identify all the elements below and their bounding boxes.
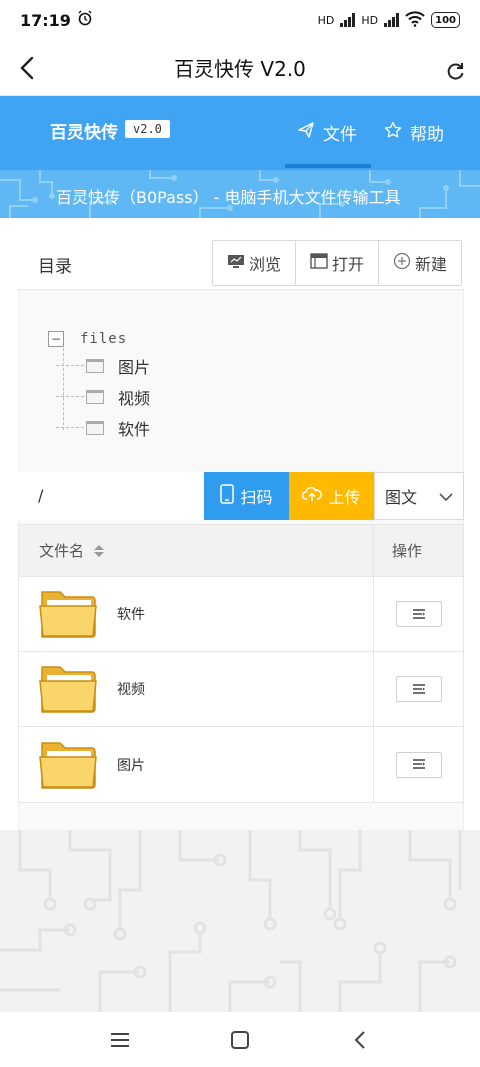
tree-node[interactable]: 软件	[56, 412, 348, 443]
tab-help-label: 帮助	[410, 125, 444, 145]
menu-icon[interactable]	[100, 1020, 140, 1060]
file-name[interactable]: 图片	[117, 755, 145, 775]
wifi-icon	[405, 10, 425, 30]
system-navigation-bar	[0, 1012, 480, 1067]
file-name[interactable]: 软件	[117, 604, 145, 624]
version-badge: v2.0	[125, 120, 170, 138]
tab-file-label: 文件	[323, 125, 357, 145]
folder-tree: − files 图片 视频 软件	[48, 328, 348, 443]
phone-icon	[220, 484, 235, 508]
column-ops-header: 操作	[373, 525, 463, 576]
monitor-icon	[227, 253, 245, 273]
view-mode-select[interactable]: 图文	[374, 472, 464, 520]
tree-node-label: 软件	[118, 419, 151, 439]
cloud-upload-icon	[302, 486, 323, 506]
folder-icon	[86, 420, 104, 435]
directory-header: 目录 浏览 打开 新建	[18, 218, 464, 290]
tab-file[interactable]: 文件	[297, 120, 357, 145]
folder-icon	[86, 389, 104, 404]
scan-label: 扫码	[240, 488, 273, 507]
brand-name: 百灵快传	[50, 123, 118, 143]
new-button[interactable]: 新建	[379, 241, 461, 285]
menu-icon	[411, 605, 427, 624]
home-icon[interactable]	[220, 1020, 260, 1060]
folder-icon[interactable]	[39, 659, 97, 719]
battery-icon: 100	[431, 12, 460, 28]
star-icon	[384, 121, 402, 144]
current-path: /	[38, 486, 44, 505]
menu-icon	[411, 680, 427, 699]
folder-icon[interactable]	[39, 584, 97, 644]
column-name-label: 文件名	[39, 542, 85, 560]
column-ops-label: 操作	[392, 542, 423, 560]
status-bar: 17:19 HD HD 100	[0, 0, 480, 40]
scan-button[interactable]: 扫码	[204, 472, 289, 520]
directory-button-group: 浏览 打开 新建	[211, 240, 462, 286]
network-label-1: HD	[317, 13, 335, 27]
active-tab-indicator	[285, 164, 371, 168]
file-table: 文件名 操作 软件 视频 图片	[18, 524, 464, 803]
table-row[interactable]: 视频	[19, 652, 463, 727]
upload-button[interactable]: 上传	[289, 472, 374, 520]
refresh-icon[interactable]	[444, 60, 466, 82]
paper-plane-icon	[297, 121, 315, 144]
tree-node-label: 图片	[118, 357, 151, 377]
row-menu-button[interactable]	[395, 676, 442, 702]
signal-icon-2	[384, 13, 400, 27]
column-name-header[interactable]: 文件名	[19, 525, 373, 576]
table-header: 文件名 操作	[19, 525, 463, 577]
footer-circuit-pattern	[0, 830, 480, 1012]
window-icon	[310, 253, 328, 273]
status-time: 17:19	[20, 10, 71, 30]
browse-button[interactable]: 浏览	[213, 241, 296, 285]
action-button-group: 扫码 上传 图文	[204, 472, 464, 520]
tree-connector	[63, 348, 64, 430]
tree-node[interactable]: 视频	[56, 381, 348, 412]
view-mode-label: 图文	[384, 488, 417, 507]
open-button[interactable]: 打开	[296, 241, 379, 285]
browse-label: 浏览	[248, 255, 281, 274]
plus-circle-icon	[393, 252, 411, 274]
new-label: 新建	[414, 255, 447, 274]
directory-label: 目录	[38, 257, 72, 277]
app-title-bar: 百灵快传 V2.0	[0, 40, 480, 96]
back-icon[interactable]	[340, 1020, 380, 1060]
collapse-toggle[interactable]: −	[48, 331, 64, 347]
open-label: 打开	[331, 255, 364, 274]
signal-icon	[340, 13, 356, 27]
network-label-2: HD	[361, 13, 379, 27]
file-name[interactable]: 视频	[117, 679, 145, 699]
back-arrow-icon[interactable]	[16, 54, 40, 82]
path-action-row: / 扫码 上传 图文	[18, 472, 464, 520]
top-navigation: 百灵快传 v2.0 文件 帮助	[0, 96, 480, 170]
circuit-banner: 百灵快传（B0Pass） - 电脑手机大文件传输工具	[0, 170, 480, 218]
tree-root-name: files	[80, 331, 128, 347]
menu-icon	[411, 755, 427, 774]
sort-icon[interactable]	[94, 544, 105, 557]
banner-tagline: 百灵快传（B0Pass） - 电脑手机大文件传输工具	[56, 188, 401, 207]
chevron-down-icon	[439, 487, 453, 506]
alarm-icon	[77, 10, 93, 30]
upload-label: 上传	[328, 488, 361, 507]
folder-icon[interactable]	[39, 735, 97, 795]
table-row[interactable]: 软件	[19, 577, 463, 652]
tree-root[interactable]: − files	[48, 328, 348, 350]
row-menu-button[interactable]	[395, 601, 442, 627]
page-title: 百灵快传 V2.0	[174, 57, 306, 81]
table-row[interactable]: 图片	[19, 727, 463, 802]
tree-node-label: 视频	[118, 388, 151, 408]
row-menu-button[interactable]	[395, 751, 442, 778]
folder-icon	[86, 358, 104, 373]
tree-node[interactable]: 图片	[56, 350, 348, 381]
tab-help[interactable]: 帮助	[384, 120, 444, 145]
